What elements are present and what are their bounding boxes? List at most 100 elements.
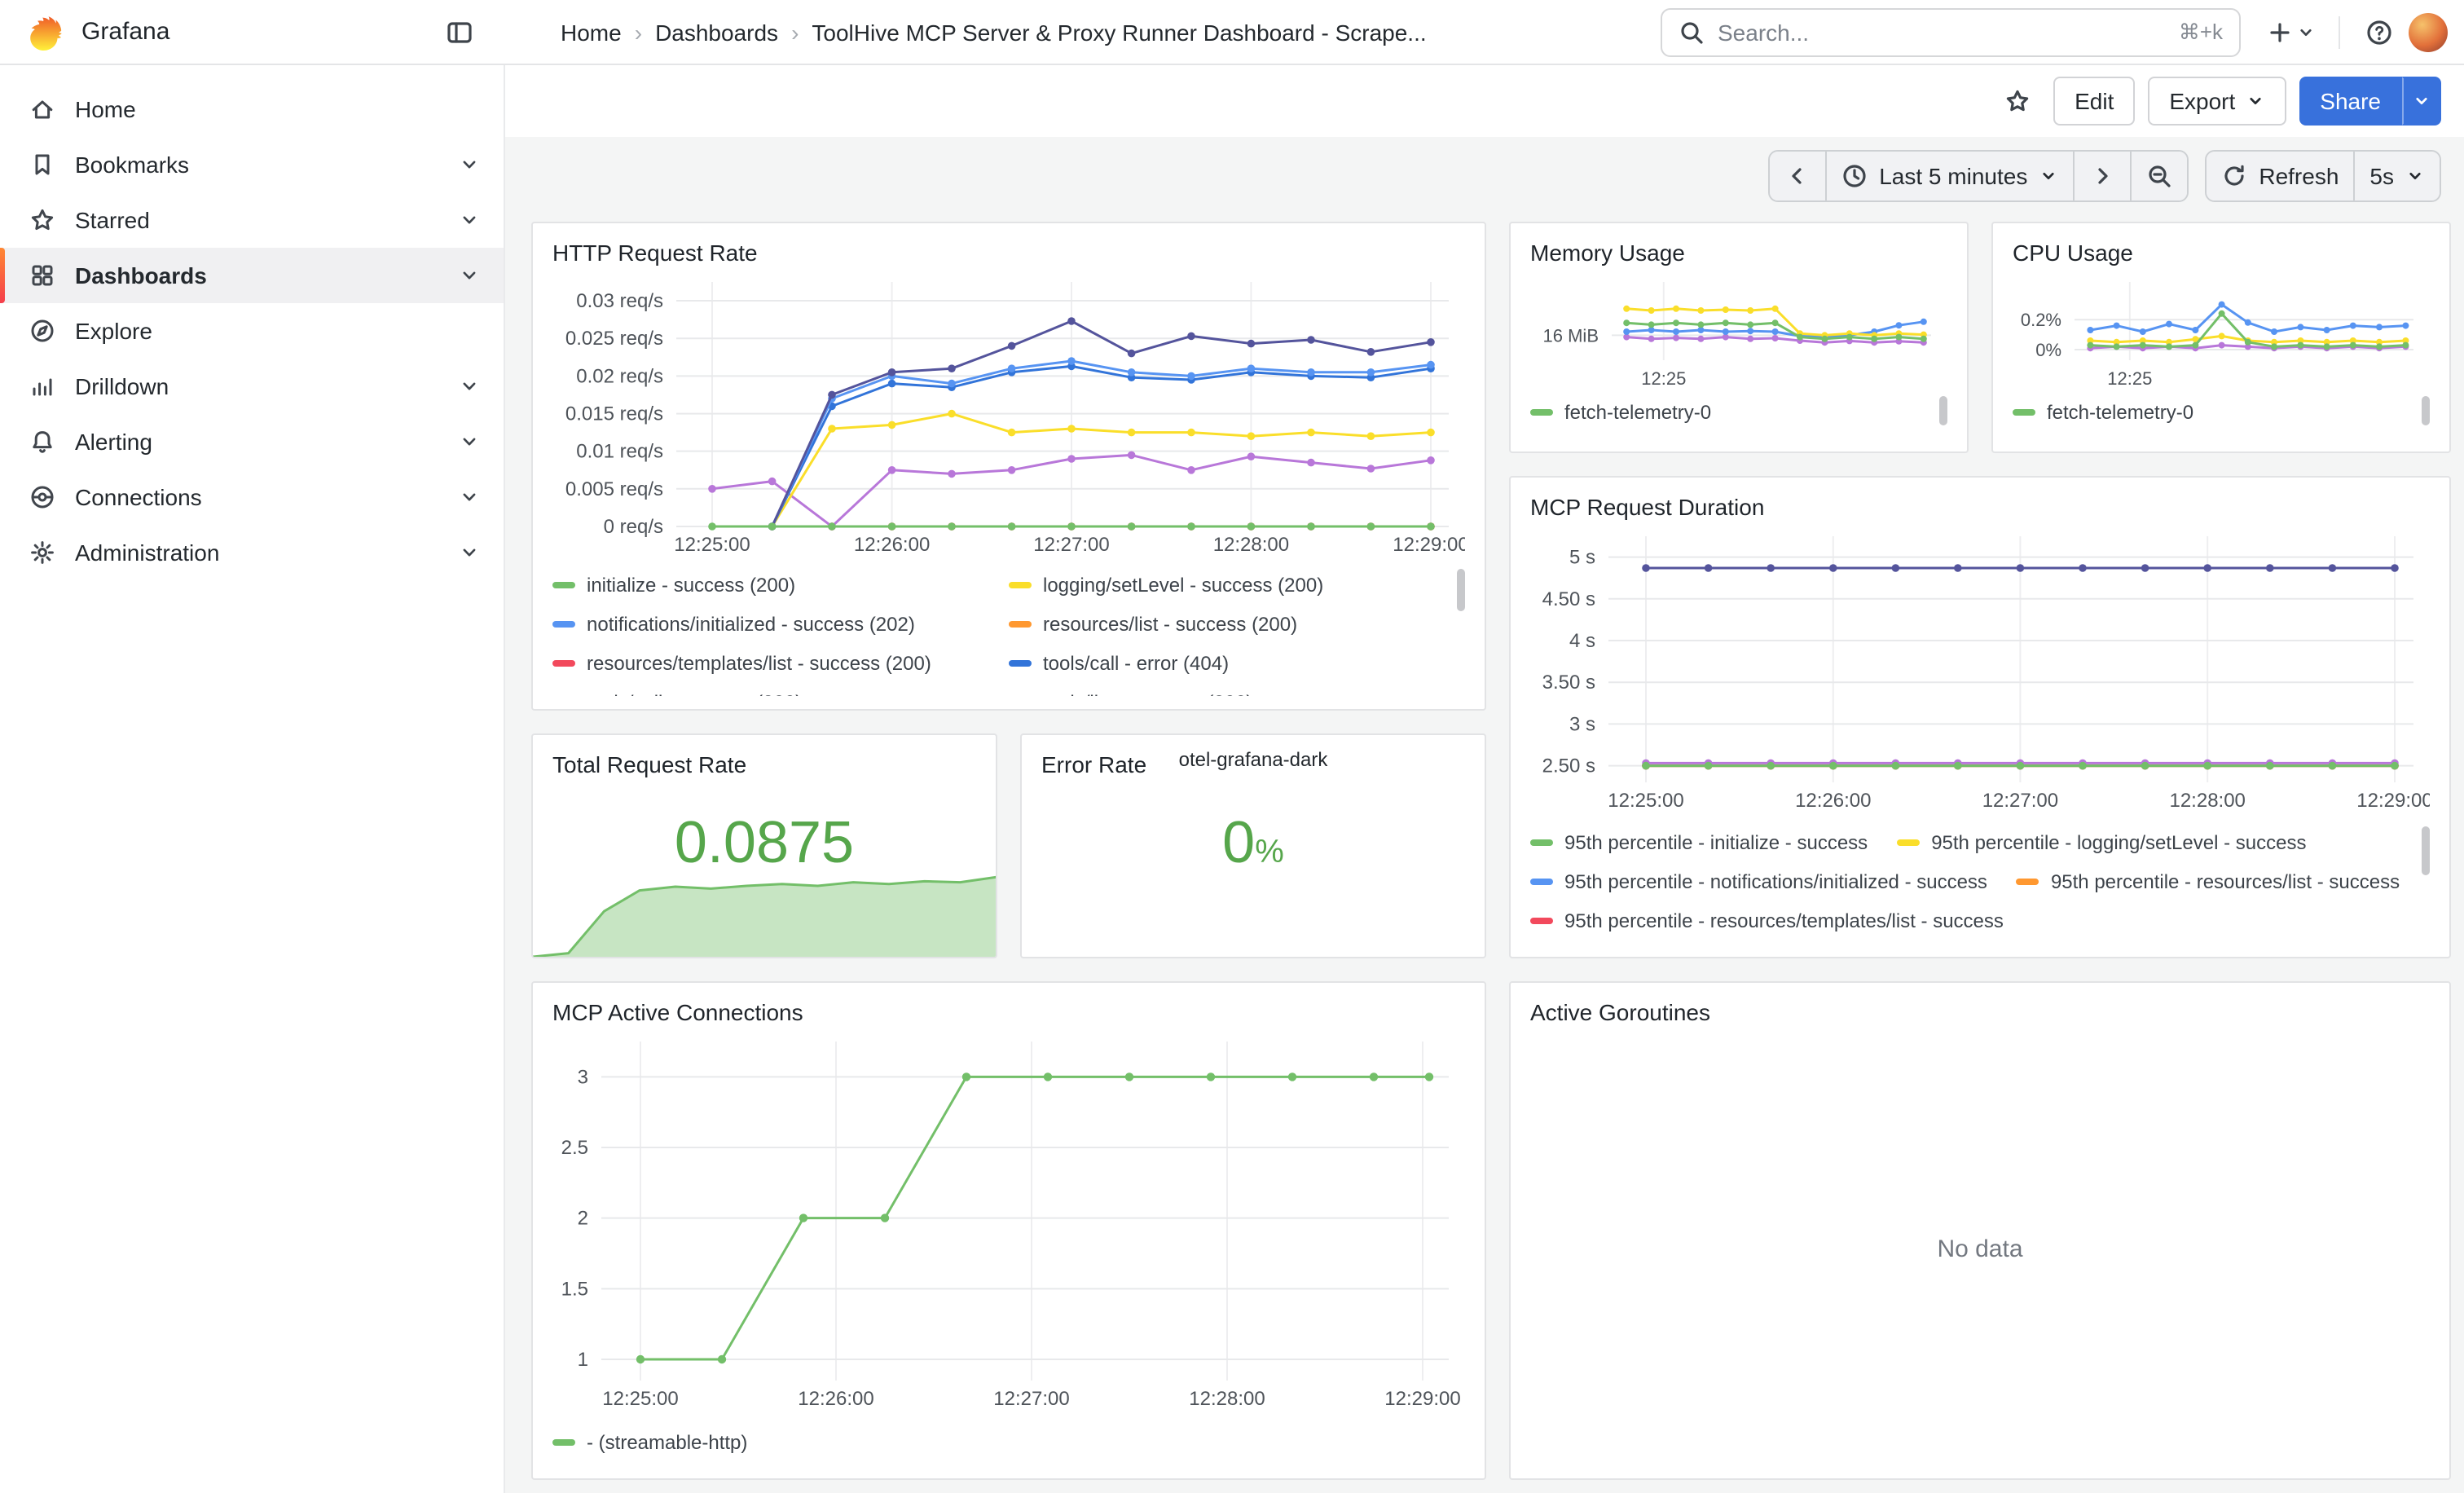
- svg-text:12:26:00: 12:26:00: [854, 534, 930, 556]
- legend-item[interactable]: 95th percentile - resources/list - succe…: [2017, 862, 2400, 901]
- legend-item[interactable]: fetch-telemetry-0: [2013, 393, 2193, 432]
- search-icon: [1679, 19, 1705, 45]
- search-input[interactable]: Search... ⌘+k: [1661, 7, 2241, 56]
- chevron-down-icon: [458, 375, 481, 398]
- help-button[interactable]: [2356, 9, 2402, 55]
- grafana-logo-icon[interactable]: [26, 14, 62, 50]
- legend-series-label: - (streamable-http): [587, 1431, 747, 1454]
- svg-text:0.01 req/s: 0.01 req/s: [576, 441, 663, 463]
- sidebar-item-bookmarks[interactable]: Bookmarks: [0, 137, 504, 192]
- time-shift-forward-button[interactable]: [2075, 152, 2132, 200]
- chart-canvas: 12:25:0012:26:0012:27:0012:28:0012:29:00…: [552, 272, 1465, 562]
- chevron-down-icon: [2405, 166, 2425, 186]
- cpu-usage-chart[interactable]: 12:250.2%0%: [2013, 272, 2430, 390]
- time-range-group: Last 5 minutes: [1768, 150, 2189, 202]
- chevron-down-icon: [458, 264, 481, 287]
- stat-number: 0: [1222, 808, 1255, 875]
- legend-series-marker: [2013, 409, 2035, 416]
- share-menu-button[interactable]: [2402, 77, 2441, 126]
- chevron-down-icon: [458, 153, 481, 176]
- http-legend: initialize - success (200)logging/setLev…: [552, 566, 1465, 696]
- legend-item[interactable]: 95th percentile - initialize - success: [1530, 823, 1868, 862]
- sidebar-item-administration[interactable]: Administration: [0, 525, 504, 580]
- sidebar-item-label: Home: [75, 96, 481, 122]
- legend-scrollbar[interactable]: [2422, 826, 2430, 875]
- svg-text:2.50 s: 2.50 s: [1542, 755, 1595, 777]
- legend-item[interactable]: tools/call - success (200): [552, 683, 1009, 696]
- legend-scrollbar[interactable]: [1939, 396, 1947, 425]
- legend-item[interactable]: 95th percentile - notifications/initiali…: [1530, 862, 1987, 901]
- sidebar-item-drilldown[interactable]: Drilldown: [0, 359, 504, 414]
- svg-text:3: 3: [578, 1066, 588, 1088]
- favorite-button[interactable]: [1995, 78, 2040, 124]
- legend-series-marker: [1530, 409, 1553, 416]
- svg-text:0.2%: 0.2%: [2021, 310, 2061, 330]
- legend-series-label: tools/list - success (200): [1043, 691, 1252, 696]
- export-button[interactable]: Export: [2148, 77, 2286, 126]
- chart-canvas: 12:25:0012:26:0012:27:0012:28:0012:29:00…: [552, 1032, 1465, 1420]
- add-new-button[interactable]: [2260, 9, 2322, 55]
- legend-item[interactable]: 95th percentile - logging/setLevel - suc…: [1897, 823, 2306, 862]
- sidebar-item-alerting[interactable]: Alerting: [0, 414, 504, 469]
- drilldown-icon: [29, 373, 55, 399]
- breadcrumb: Home › Dashboards › ToolHive MCP Server …: [561, 19, 1661, 45]
- svg-text:3.50 s: 3.50 s: [1542, 672, 1595, 694]
- chevron-right-icon: [2089, 163, 2115, 189]
- legend-item[interactable]: fetch-telemetry-0: [1530, 393, 1711, 432]
- svg-text:12:29:00: 12:29:00: [1393, 534, 1465, 556]
- legend-scrollbar[interactable]: [2422, 396, 2430, 425]
- chevron-down-icon: [2412, 91, 2431, 111]
- refresh-group: Refresh 5s: [2205, 150, 2441, 202]
- svg-text:12:29:00: 12:29:00: [2356, 790, 2430, 812]
- mcp-active-connections-chart[interactable]: 12:25:0012:26:0012:27:0012:28:0012:29:00…: [552, 1032, 1465, 1420]
- legend-item[interactable]: resources/list - success (200): [1009, 605, 1465, 644]
- sidebar-item-starred[interactable]: Starred: [0, 192, 504, 248]
- time-range-picker[interactable]: Last 5 minutes: [1827, 152, 2075, 200]
- svg-text:12:29:00: 12:29:00: [1384, 1388, 1460, 1410]
- grafana-app: Grafana Home › Dashboards › ToolHive MCP…: [0, 0, 2464, 1493]
- sidebar-item-label: Drilldown: [75, 373, 438, 399]
- chart-canvas: 12:2516 MiB: [1530, 272, 1947, 390]
- legend-item[interactable]: notifications/initialized - success (202…: [552, 605, 1009, 644]
- sidebar-toggle-button[interactable]: [437, 9, 482, 55]
- svg-text:3 s: 3 s: [1569, 713, 1595, 735]
- legend-item[interactable]: tools/call - error (404): [1009, 644, 1465, 683]
- chevron-down-icon: [2245, 91, 2264, 111]
- sidebar-item-explore[interactable]: Explore: [0, 303, 504, 359]
- legend-item[interactable]: initialize - success (200): [552, 566, 1009, 605]
- memory-usage-chart[interactable]: 12:2516 MiB: [1530, 272, 1947, 390]
- refresh-button[interactable]: Refresh: [2207, 152, 2355, 200]
- refresh-interval-picker[interactable]: 5s: [2355, 152, 2440, 200]
- edit-button[interactable]: Edit: [2053, 77, 2135, 126]
- sidebar: Home Bookmarks Starred Dashboards: [0, 65, 505, 1493]
- breadcrumb-dashboards[interactable]: Dashboards: [655, 19, 778, 45]
- legend-scrollbar[interactable]: [1457, 569, 1465, 611]
- breadcrumb-home[interactable]: Home: [561, 19, 622, 45]
- sidebar-item-connections[interactable]: Connections: [0, 469, 504, 525]
- avatar[interactable]: [2409, 12, 2448, 51]
- legend-item[interactable]: resources/templates/list - success (200): [552, 644, 1009, 683]
- share-button[interactable]: Share: [2299, 77, 2402, 126]
- dashboard-column-right: Memory Usage 12:2516 MiB fetch-telemetry…: [1509, 222, 2451, 1480]
- legend-item[interactable]: - (streamable-http): [552, 1423, 747, 1462]
- legend-item[interactable]: 95th percentile - resources/templates/li…: [1530, 901, 2004, 940]
- svg-text:12:25: 12:25: [1641, 368, 1686, 389]
- stat-unit: %: [1255, 835, 1284, 870]
- svg-text:12:28:00: 12:28:00: [2169, 790, 2245, 812]
- mcp-request-duration-chart[interactable]: 12:25:0012:26:0012:27:0012:28:0012:29:00…: [1530, 526, 2430, 820]
- svg-text:12:27:00: 12:27:00: [993, 1388, 1069, 1410]
- zoom-out-button[interactable]: [2132, 152, 2187, 200]
- time-shift-back-button[interactable]: [1770, 152, 1827, 200]
- app-body: Home Bookmarks Starred Dashboards: [0, 65, 2464, 1493]
- sidebar-item-home[interactable]: Home: [0, 81, 504, 137]
- sidebar-item-label: Bookmarks: [75, 152, 438, 178]
- svg-text:0.015 req/s: 0.015 req/s: [565, 403, 663, 425]
- stats-row: Total Request Rate 0.0875 otel-grafana-d…: [531, 733, 1486, 958]
- sidebar-item-dashboards[interactable]: Dashboards: [0, 248, 504, 303]
- legend-item[interactable]: logging/setLevel - success (200): [1009, 566, 1465, 605]
- svg-text:12:25:00: 12:25:00: [602, 1388, 678, 1410]
- legend-series-marker: [1009, 582, 1032, 588]
- legend-item[interactable]: tools/list - success (200): [1009, 683, 1465, 696]
- legend-series-label: 95th percentile - resources/list - succe…: [2051, 870, 2400, 893]
- http-request-rate-chart[interactable]: 12:25:0012:26:0012:27:0012:28:0012:29:00…: [552, 272, 1465, 562]
